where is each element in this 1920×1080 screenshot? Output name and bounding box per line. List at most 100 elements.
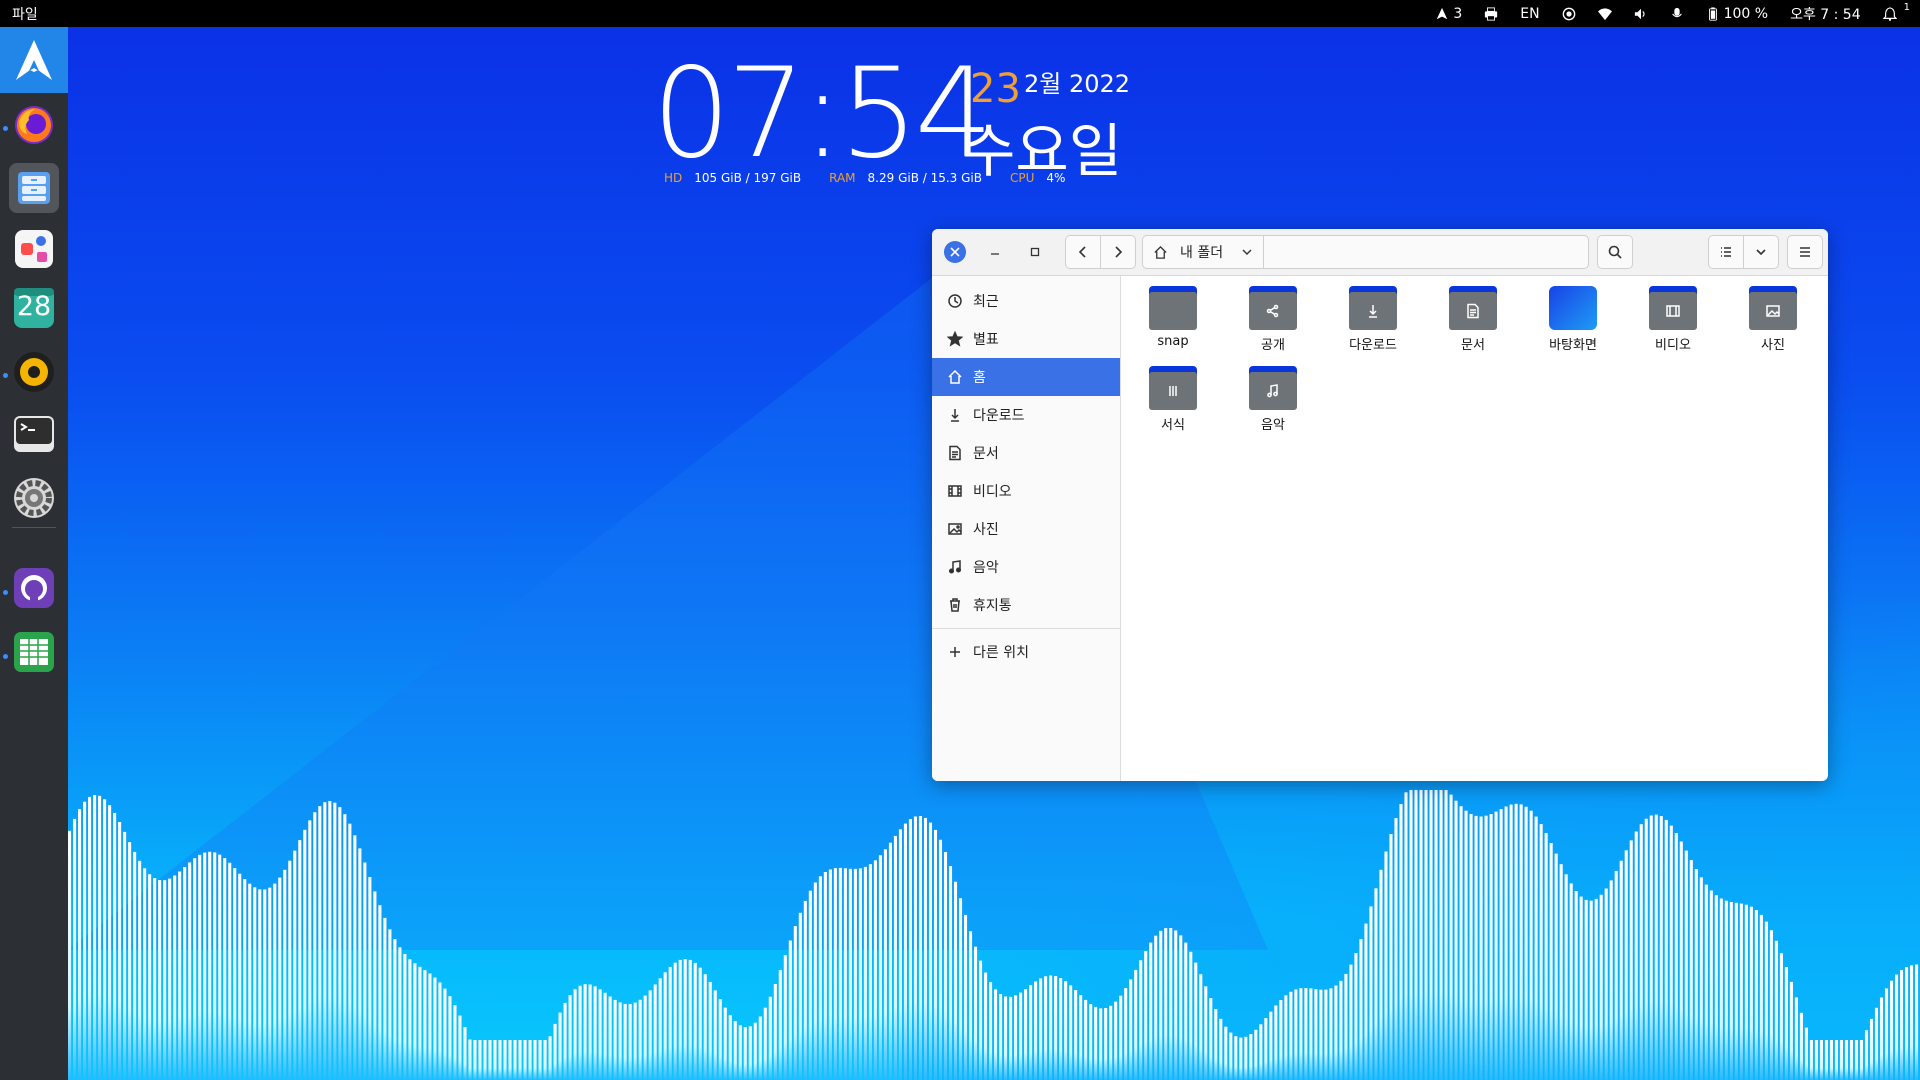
folder-item[interactable]: 사진 — [1725, 286, 1821, 353]
terminal-launcher[interactable] — [9, 409, 59, 459]
spectrum-bar — [1034, 981, 1038, 1080]
folder-item[interactable]: 서식 — [1125, 366, 1221, 433]
spectrum-bar — [918, 816, 923, 1080]
keyboard-layout-indicator[interactable]: EN — [1520, 6, 1539, 22]
forward-button[interactable] — [1101, 236, 1135, 268]
spectrum-bar — [1214, 1009, 1218, 1080]
sidebar-item-music[interactable]: 음악 — [932, 548, 1120, 586]
spectrum-bar — [393, 939, 397, 1080]
firefox-launcher[interactable] — [9, 100, 59, 150]
spectrum-bar — [1604, 888, 1608, 1080]
spectrum-bar — [1474, 815, 1478, 1080]
spectrum-bar — [1714, 895, 1718, 1080]
view-dropdown-button[interactable] — [1744, 236, 1778, 268]
sidebar-item-starred[interactable]: 별표 — [932, 320, 1120, 358]
spectrum-bar — [558, 1012, 562, 1080]
spectrum-bar — [618, 1002, 622, 1080]
active-app-menu[interactable]: 파일 — [12, 4, 38, 24]
printer-indicator[interactable] — [1484, 6, 1498, 21]
spectrum-bar — [123, 831, 127, 1080]
calendar-launcher[interactable]: 28 — [9, 283, 59, 333]
sidebar: 최근 별표 홈 다운로드 문서 비디오 사진 음악 휴지통 다른 위치 — [932, 276, 1121, 781]
spectrum-bar — [958, 898, 963, 1080]
spectrum-bar — [1159, 930, 1163, 1080]
spectrum-bar — [848, 868, 852, 1080]
spectrum-bar — [198, 854, 202, 1080]
show-applications-button[interactable] — [0, 27, 68, 93]
spectrum-bar — [1154, 935, 1158, 1080]
folder-label: 공개 — [1261, 338, 1285, 353]
app-launcher[interactable] — [9, 224, 59, 274]
spectrum-bar — [1534, 816, 1538, 1080]
folder-item[interactable]: 공개 — [1225, 286, 1321, 353]
folder-item[interactable]: 비디오 — [1625, 286, 1721, 353]
minimize-button[interactable] — [984, 241, 1006, 263]
sidebar-item-recent[interactable]: 최근 — [932, 282, 1120, 320]
rhythmbox-launcher[interactable] — [9, 347, 59, 397]
github-desktop-launcher[interactable] — [9, 563, 59, 613]
spectrum-bar — [808, 890, 812, 1080]
spectrum-bar — [1794, 997, 1798, 1080]
spectrum-bar — [1844, 1040, 1849, 1080]
microphone-indicator[interactable] — [1670, 7, 1684, 21]
path-home-button[interactable]: 내 폴더 — [1143, 236, 1265, 268]
spectrum-bar — [1699, 877, 1703, 1080]
close-button[interactable] — [944, 241, 966, 263]
notification-count: 1 — [1903, 2, 1910, 13]
folder-item[interactable]: 음악 — [1225, 366, 1321, 433]
spectrum-bar — [1179, 935, 1183, 1080]
hd-value: 105 GiB / 197 GiB — [694, 171, 802, 185]
spectrum-bar — [488, 1040, 492, 1080]
files-launcher[interactable] — [9, 163, 59, 213]
menu-button[interactable] — [1787, 235, 1823, 269]
sidebar-item-pictures[interactable]: 사진 — [932, 510, 1120, 548]
spectrum-bar — [1709, 890, 1713, 1080]
spectrum-bar — [528, 1040, 532, 1080]
terminal-icon — [14, 416, 54, 452]
sidebar-item-other-locations[interactable]: 다른 위치 — [932, 633, 1120, 671]
spectrum-bar — [1819, 1040, 1823, 1080]
spectrum-bar — [193, 858, 197, 1080]
back-button[interactable] — [1066, 236, 1100, 268]
desktop-clock-time: 07:54 — [652, 42, 993, 186]
spreadsheet-launcher[interactable] — [9, 627, 59, 677]
sidebar-item-trash[interactable]: 휴지통 — [932, 586, 1120, 624]
volume-indicator[interactable] — [1634, 7, 1648, 21]
dock: 28 — [0, 27, 68, 1080]
spectrum-bar — [1839, 1040, 1844, 1080]
wifi-indicator[interactable] — [1597, 7, 1612, 21]
folder-item[interactable]: 문서 — [1425, 286, 1521, 353]
spectrum-bar — [1654, 814, 1658, 1080]
sidebar-item-videos[interactable]: 비디오 — [932, 472, 1120, 510]
steam-indicator[interactable]: 3 — [1435, 6, 1462, 22]
spectrum-bar — [1679, 841, 1683, 1080]
spectrum-bar — [673, 962, 677, 1080]
spectrum-bar — [1119, 995, 1123, 1080]
spectrum-bar — [773, 984, 777, 1080]
sidebar-item-documents[interactable]: 문서 — [932, 434, 1120, 472]
spectrum-bar — [953, 881, 958, 1080]
spectrum-bar — [748, 1026, 752, 1080]
spectrum-bar — [893, 835, 897, 1080]
music-folder-icon — [1249, 366, 1297, 410]
search-button[interactable] — [1597, 235, 1633, 269]
battery-indicator[interactable]: 100 % — [1706, 6, 1768, 22]
desktop-clock-month-year: 2월 2022 — [1024, 70, 1131, 98]
folder-icon — [1149, 286, 1197, 330]
spectrum-bar — [423, 970, 427, 1080]
video-folder-icon — [1649, 286, 1697, 330]
maximize-button[interactable] — [1024, 241, 1046, 263]
record-indicator[interactable] — [1562, 7, 1576, 21]
folder-item[interactable]: snap — [1125, 286, 1221, 349]
spectrum-bar — [323, 802, 327, 1080]
clock[interactable]: 오후 7 : 54 — [1790, 4, 1861, 24]
folder-item[interactable]: 바탕화면 — [1525, 286, 1621, 353]
spectrum-bar — [328, 801, 332, 1080]
sidebar-item-downloads[interactable]: 다운로드 — [932, 396, 1120, 434]
notification-indicator[interactable]: 1 — [1882, 2, 1910, 21]
settings-launcher[interactable] — [9, 473, 59, 523]
list-view-button[interactable] — [1709, 236, 1743, 268]
folder-item[interactable]: 다운로드 — [1325, 286, 1421, 353]
sidebar-item-home[interactable]: 홈 — [932, 358, 1120, 396]
spectrum-bar — [768, 996, 772, 1080]
